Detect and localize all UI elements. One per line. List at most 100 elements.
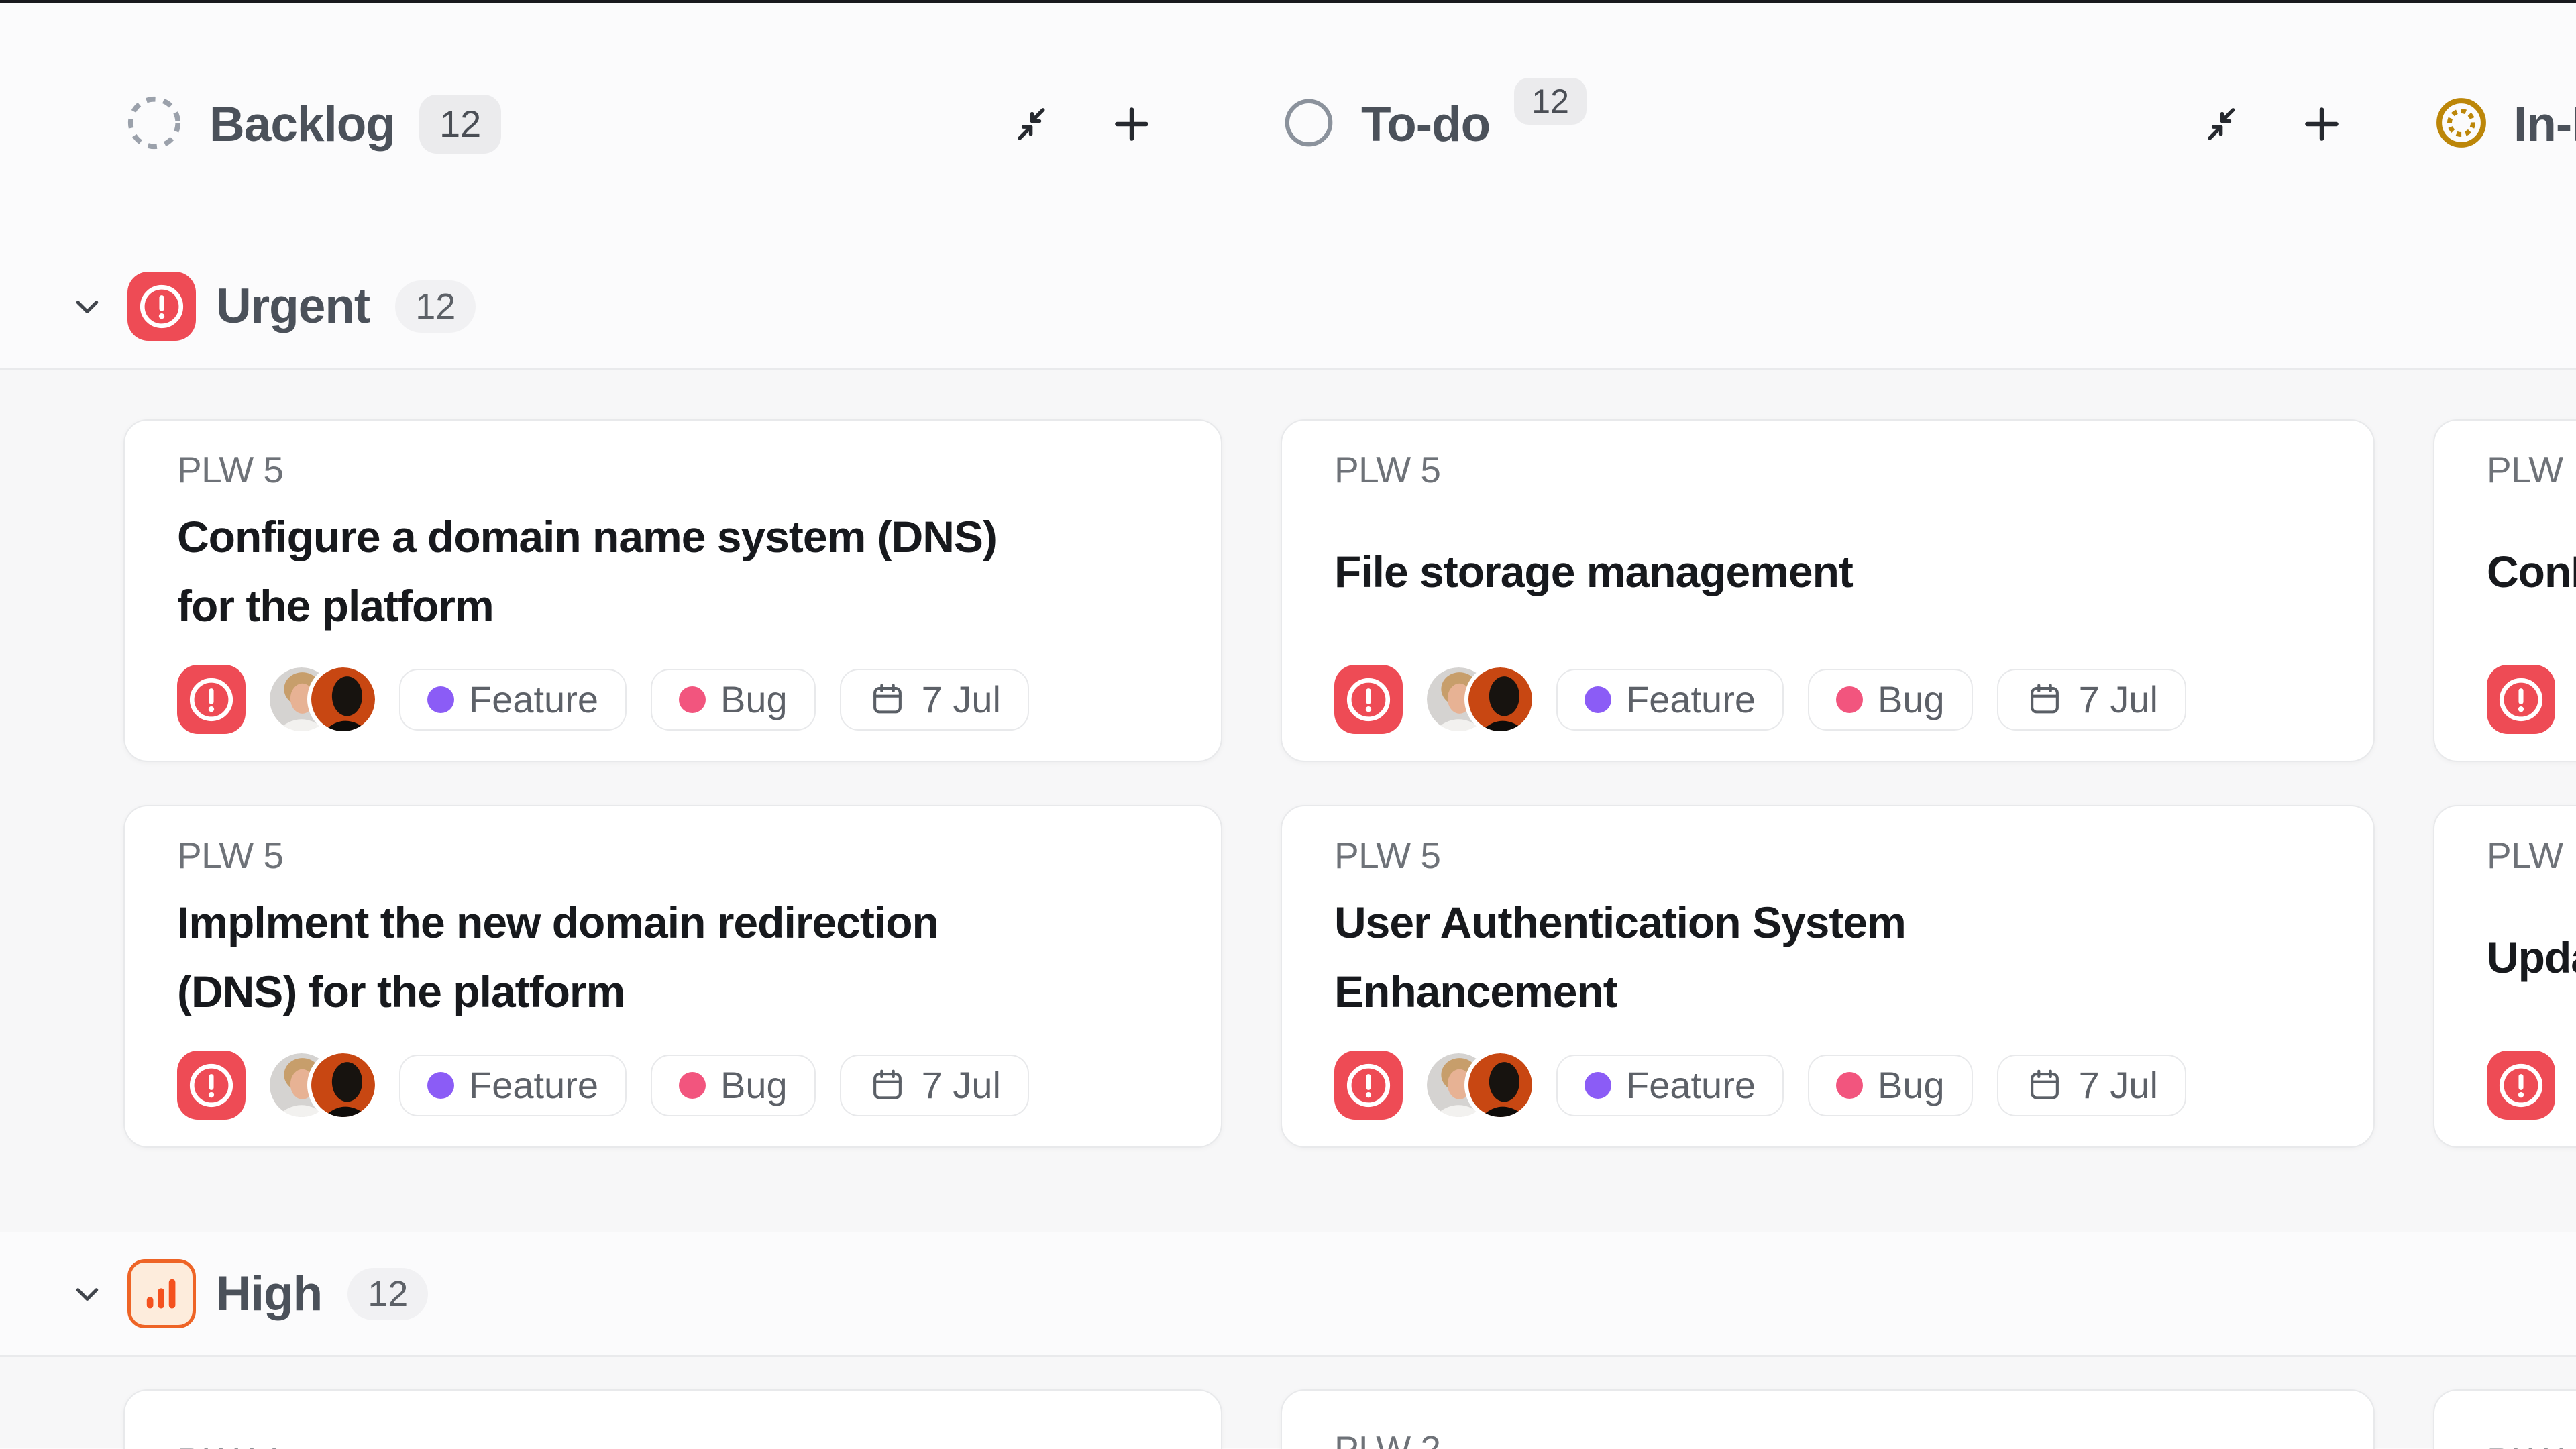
issue-id: PLW 5 — [1334, 446, 2321, 493]
add-issue-button[interactable] — [2298, 101, 2345, 148]
label-badge-feature: Feature — [399, 669, 627, 731]
bug-label: Bug — [1878, 678, 1945, 721]
label-badge-bug: Bug — [651, 669, 816, 731]
issue-title: File storage management — [1334, 502, 2321, 641]
column-header-todo: To-do 12 — [1281, 95, 2375, 154]
todo-status-icon — [1281, 95, 1337, 154]
due-date-badge: 7 Jul — [840, 1055, 1029, 1116]
avatar — [311, 667, 375, 731]
avatar-group — [270, 1053, 375, 1117]
label-badge-bug: Bug — [1808, 669, 1973, 731]
column-title-backlog: Backlog — [209, 97, 395, 152]
label-badge-feature: Feature — [1556, 669, 1784, 731]
bug-dot — [1836, 686, 1863, 713]
due-date-badge: 7 Jul — [840, 669, 1029, 731]
issue-card[interactable]: PLW Updand — [2433, 805, 2576, 1148]
issue-card[interactable]: PLW 1 — [123, 1389, 1222, 1449]
board-column-headers: Backlog 12 To-do 12 In-Progress — [0, 3, 2576, 245]
label-badge-feature: Feature — [399, 1055, 627, 1116]
due-date-badge: 7 Jul — [1997, 1055, 2186, 1116]
due-date-label: 7 Jul — [2079, 678, 2158, 721]
column-count-badge: 12 — [419, 95, 501, 154]
issue-id: PLW 2 — [1334, 1426, 2321, 1449]
issue-card[interactable]: PLW 2 — [1281, 1389, 2375, 1449]
issue-id: PLW — [2487, 446, 2576, 493]
issue-id: PLW — [2487, 832, 2576, 879]
column-title-in-progress: In-Progress — [2514, 97, 2576, 152]
issue-card[interactable]: PLW 5 Configure a domain name system (DN… — [123, 419, 1222, 762]
due-date-label: 7 Jul — [2079, 1063, 2158, 1107]
issue-card[interactable]: PLW ConPref — [2433, 419, 2576, 762]
calendar-icon — [868, 1066, 907, 1105]
issue-card[interactable]: PLW 5 User Authentication System Enhance… — [1281, 805, 2375, 1148]
issue-card[interactable]: PLW 5 Implment the new domain redirectio… — [123, 805, 1222, 1148]
swimlane-header-urgent: Urgent 12 — [0, 245, 2576, 370]
swimlane-title-high: High — [216, 1266, 322, 1322]
issue-title: Updand — [2487, 888, 2576, 1026]
issue-id: PLW 1 — [177, 1438, 1169, 1449]
urgent-priority-badge — [2487, 665, 2555, 734]
urgent-priority-badge — [1334, 665, 1403, 734]
issue-id: PLW 5 — [177, 832, 1169, 879]
feature-label: Feature — [469, 678, 598, 721]
urgent-priority-badge — [1334, 1051, 1403, 1120]
swimlane-body-urgent: PLW 5 Configure a domain name system (DN… — [0, 370, 2576, 1232]
issue-title: Implment the new domain redirection (DNS… — [177, 888, 1169, 1026]
issue-card[interactable]: PLW 5 File storage management Feature Bu… — [1281, 419, 2375, 762]
feature-label: Feature — [1626, 1063, 1756, 1107]
due-date-label: 7 Jul — [922, 678, 1001, 721]
due-date-label: 7 Jul — [922, 1063, 1001, 1107]
swimlane-body-high: PLW 1 PLW 2 PLW — [0, 1357, 2576, 1448]
avatar — [1468, 667, 1532, 731]
bug-dot — [679, 1072, 706, 1099]
calendar-icon — [868, 680, 907, 719]
collapse-swimlane-button[interactable] — [67, 1274, 107, 1314]
feature-dot — [1585, 1072, 1611, 1099]
feature-label: Feature — [1626, 678, 1756, 721]
swimlane-title-urgent: Urgent — [216, 278, 370, 334]
issue-card[interactable]: PLW — [2433, 1389, 2576, 1449]
issue-id: PLW 5 — [177, 446, 1169, 493]
urgent-priority-badge — [2487, 1051, 2555, 1120]
due-date-badge: 7 Jul — [1997, 669, 2186, 731]
column-header-backlog: Backlog 12 — [123, 92, 1222, 157]
label-badge-feature: Feature — [1556, 1055, 1784, 1116]
column-header-in-progress: In-Progress — [2433, 95, 2576, 154]
avatar — [311, 1053, 375, 1117]
bug-label: Bug — [720, 1063, 788, 1107]
urgent-priority-badge — [177, 665, 246, 734]
issue-title: Configure a domain name system (DNS) for… — [177, 502, 1169, 641]
swimlane-header-high: High 12 — [0, 1232, 2576, 1357]
issue-title: User Authentication System Enhancement — [1334, 888, 2321, 1026]
feature-label: Feature — [469, 1063, 598, 1107]
avatar — [1468, 1053, 1532, 1117]
swimlane-count-badge: 12 — [395, 280, 476, 333]
label-badge-bug: Bug — [1808, 1055, 1973, 1116]
bug-dot — [1836, 1072, 1863, 1099]
issue-id: PLW — [2487, 1438, 2576, 1449]
issue-title: ConPref — [2487, 502, 2576, 641]
feature-dot — [427, 686, 454, 713]
column-count-badge: 12 — [1514, 78, 1587, 125]
collapse-column-button[interactable] — [1012, 102, 1056, 146]
column-title-todo: To-do — [1361, 97, 1490, 152]
urgent-priority-badge — [177, 1051, 246, 1120]
urgent-priority-icon — [127, 272, 196, 341]
calendar-icon — [2025, 680, 2064, 719]
calendar-icon — [2025, 1066, 2064, 1105]
bug-dot — [679, 686, 706, 713]
collapse-swimlane-button[interactable] — [67, 286, 107, 327]
bug-label: Bug — [1878, 1063, 1945, 1107]
add-issue-button[interactable] — [1108, 101, 1155, 148]
high-priority-icon — [127, 1259, 196, 1328]
label-badge-bug: Bug — [651, 1055, 816, 1116]
collapse-column-button[interactable] — [2202, 102, 2246, 146]
avatar-group — [1427, 1053, 1532, 1117]
in-progress-status-icon — [2433, 95, 2489, 154]
avatar-group — [270, 667, 375, 731]
backlog-status-icon — [123, 92, 185, 157]
feature-dot — [1585, 686, 1611, 713]
bug-label: Bug — [720, 678, 788, 721]
feature-dot — [427, 1072, 454, 1099]
issue-id: PLW 5 — [1334, 832, 2321, 879]
